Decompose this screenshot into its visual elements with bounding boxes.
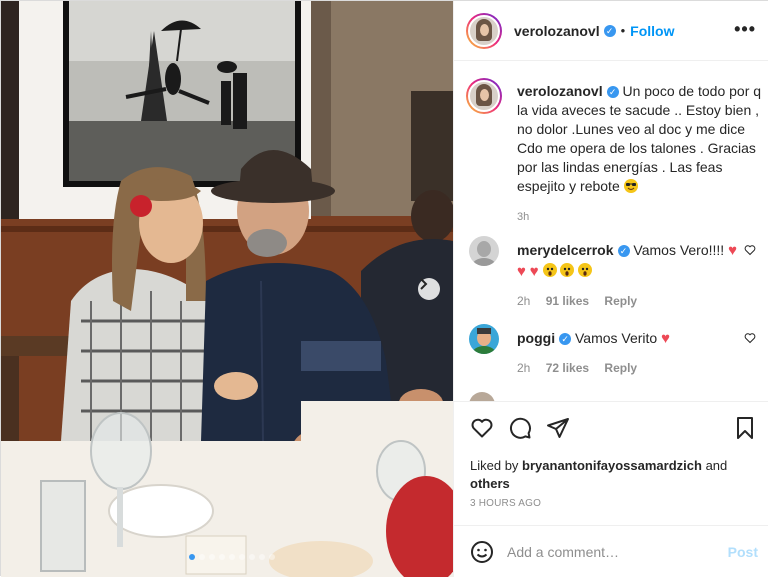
red-heart-emoji-icon: ♥ bbox=[728, 242, 737, 259]
screaming-face-emoji-icon bbox=[578, 263, 593, 277]
comment-icon[interactable] bbox=[508, 416, 532, 440]
comment-like-heart-icon[interactable] bbox=[744, 244, 756, 259]
carousel-dot bbox=[209, 554, 215, 560]
author-avatar[interactable] bbox=[466, 12, 502, 49]
comment-time: 2h bbox=[517, 361, 531, 375]
carousel-indicators bbox=[189, 554, 275, 560]
share-paper-plane-icon[interactable] bbox=[546, 416, 570, 440]
comment-body: merydelcerrok ✓ Vamos Vero!!!! ♥ ♥ ♥ 2h 9… bbox=[517, 240, 745, 311]
carousel-dot bbox=[229, 554, 235, 560]
post-header: verolozanovl ✓ • Follow ••• bbox=[454, 1, 768, 61]
verified-badge-icon: ✓ bbox=[603, 24, 616, 37]
red-heart-emoji-icon: ♥ bbox=[661, 330, 671, 347]
comment-meta: 2h 91 likes Reply bbox=[517, 291, 745, 311]
more-options-button[interactable]: ••• bbox=[734, 19, 756, 40]
carousel-dot bbox=[249, 554, 255, 560]
comment-time: 2h bbox=[517, 294, 531, 308]
post-side-panel: verolozanovl ✓ • Follow ••• verolozanovl… bbox=[453, 1, 768, 577]
save-bookmark-icon[interactable] bbox=[734, 416, 756, 443]
post-actions: Liked by bryanantonifayossamardzich and … bbox=[454, 401, 768, 531]
caption-text: Un poco de todo por q la vida aveces te … bbox=[517, 83, 762, 194]
author-username[interactable]: verolozanovl bbox=[514, 23, 600, 39]
red-heart-emoji-icon: ♥ bbox=[529, 263, 539, 280]
verified-badge-icon: ✓ bbox=[617, 245, 630, 258]
carousel-dot bbox=[269, 554, 275, 560]
like-heart-icon[interactable] bbox=[470, 416, 494, 440]
instagram-post-modal: verolozanovl ✓ • Follow ••• verolozanovl… bbox=[0, 0, 768, 577]
caption-avatar[interactable] bbox=[466, 78, 502, 114]
sunglasses-emoji-icon bbox=[623, 179, 638, 193]
comment-like-heart-icon[interactable] bbox=[744, 332, 756, 347]
caption-body: verolozanovl ✓ Un poco de todo por q la v… bbox=[517, 82, 767, 227]
carousel-next-button[interactable] bbox=[418, 278, 440, 300]
follow-button[interactable]: Follow bbox=[630, 23, 674, 39]
commenter-avatar[interactable] bbox=[469, 392, 495, 401]
comment-reply-button[interactable]: Reply bbox=[604, 294, 637, 308]
caption-username[interactable]: verolozanovl bbox=[517, 83, 603, 99]
chevron-right-icon bbox=[420, 278, 428, 290]
post-comment-button[interactable]: Post bbox=[728, 544, 758, 560]
verified-badge-icon: ✓ bbox=[606, 86, 619, 99]
screaming-face-emoji-icon bbox=[542, 263, 557, 277]
comment-likes-count[interactable]: 72 likes bbox=[546, 361, 589, 375]
comment-username[interactable]: poggi bbox=[517, 330, 555, 346]
carousel-dot bbox=[219, 554, 225, 560]
comments-list[interactable]: verolozanovl ✓ Un poco de todo por q la v… bbox=[454, 62, 768, 401]
comment-reply-button[interactable]: Reply bbox=[604, 361, 637, 375]
comment-text: Vamos Verito bbox=[575, 330, 658, 346]
caption-time: 3h bbox=[517, 211, 530, 223]
commenter-avatar[interactable] bbox=[469, 324, 499, 354]
carousel-dot bbox=[259, 554, 265, 560]
comment-likes-count[interactable]: 91 likes bbox=[546, 294, 589, 308]
verified-badge-icon: ✓ bbox=[559, 333, 572, 346]
carousel-dot bbox=[189, 554, 195, 560]
liked-by-user[interactable]: bryanantonifayossamardzich bbox=[522, 458, 702, 473]
post-photo[interactable] bbox=[1, 1, 453, 577]
comment-text: Vamos Vero!!!! bbox=[633, 242, 725, 258]
red-heart-emoji-icon: ♥ bbox=[517, 263, 526, 280]
liked-by-and: and bbox=[705, 458, 728, 473]
action-buttons bbox=[470, 416, 570, 440]
carousel-dot bbox=[239, 554, 245, 560]
add-comment-bar: Add a comment… Post bbox=[454, 525, 768, 577]
liked-by-prefix: Liked by bbox=[470, 458, 519, 473]
carousel-dot bbox=[199, 554, 205, 560]
commenter-avatar[interactable] bbox=[469, 236, 499, 266]
comment-body: poggi ✓ Vamos Verito ♥ 2h 72 likes Reply bbox=[517, 328, 745, 378]
comment-meta: 2h 72 likes Reply bbox=[517, 358, 745, 378]
screaming-face-emoji-icon bbox=[560, 263, 575, 277]
post-timestamp[interactable]: 3 HOURS AGO bbox=[470, 498, 541, 509]
post-image bbox=[1, 1, 453, 577]
liked-by-others[interactable]: others bbox=[470, 476, 510, 491]
emoji-picker-icon[interactable] bbox=[470, 540, 494, 567]
comment-username[interactable]: merydelcerrok bbox=[517, 242, 614, 258]
likes-summary: Liked by bryanantonifayossamardzich and … bbox=[470, 457, 760, 493]
header-separator: • bbox=[620, 23, 626, 38]
add-comment-input[interactable]: Add a comment… bbox=[507, 544, 619, 560]
